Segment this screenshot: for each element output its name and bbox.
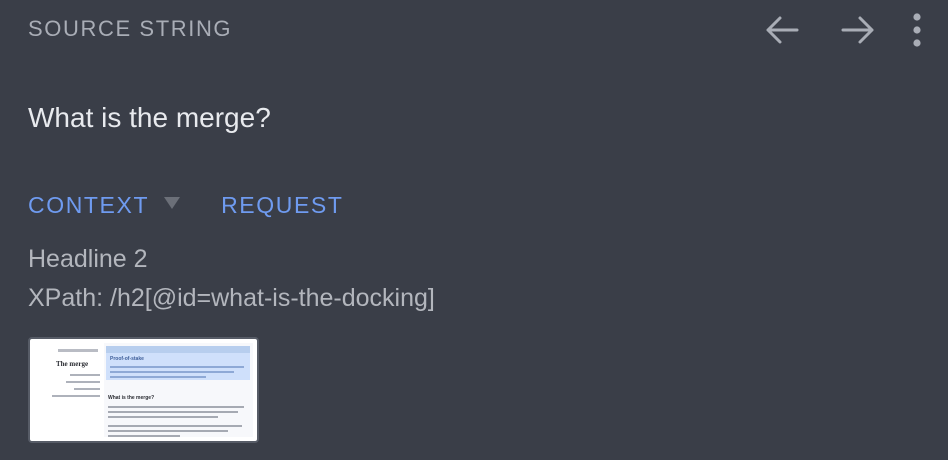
thumbnail-text-line <box>108 406 244 408</box>
thumbnail-text-line <box>108 435 180 437</box>
thumbnail-nav-line <box>70 374 100 376</box>
thumbnail-text-line <box>108 425 242 427</box>
caret-down-icon <box>164 197 181 209</box>
thumbnail-hero-line <box>110 371 234 373</box>
arrow-left-icon <box>766 16 799 44</box>
tab-context[interactable]: CONTEXT <box>28 192 149 219</box>
tab-request[interactable]: REQUEST <box>221 192 343 219</box>
context-tabs: CONTEXT REQUEST <box>28 192 343 219</box>
prev-string-button[interactable] <box>760 8 804 52</box>
thumbnail-hero-line <box>110 366 244 368</box>
thumbnail-nav-line <box>52 395 100 397</box>
source-string-panel: SOURCE STRING What is the merge? CONTEXT <box>0 0 948 460</box>
next-string-button[interactable] <box>836 8 880 52</box>
thumbnail-nav-line <box>66 381 100 383</box>
more-options-button[interactable] <box>906 8 928 52</box>
thumbnail-hero-banner: Proof-of-stake <box>106 346 250 380</box>
thumbnail-page: The merge Proof-of-stake What is the mer… <box>34 343 253 437</box>
thumbnail-sidebar: The merge <box>34 343 104 437</box>
toolbar <box>728 8 928 52</box>
context-xpath: XPath: /h2[@id=what-is-the-docking] <box>28 284 435 312</box>
context-element-type: Headline 2 <box>28 245 148 273</box>
thumbnail-text-line <box>108 416 218 418</box>
thumbnail-logo <box>58 349 98 352</box>
section-label: SOURCE STRING <box>28 16 233 41</box>
source-string-text: What is the merge? <box>28 102 271 133</box>
thumbnail-hero-line <box>110 376 206 378</box>
thumbnail-text-line <box>108 411 238 413</box>
thumbnail-hero-heading: Proof-of-stake <box>110 356 144 362</box>
context-screenshot-thumbnail[interactable]: The merge Proof-of-stake What is the mer… <box>28 337 259 443</box>
thumbnail-page-title: The merge <box>56 360 89 368</box>
thumbnail-text-line <box>108 430 228 432</box>
more-vertical-icon <box>913 13 921 47</box>
arrow-right-icon <box>841 16 874 44</box>
thumbnail-nav-line <box>74 388 100 390</box>
thumbnail-hero-bar <box>106 346 250 353</box>
context-dropdown-toggle[interactable] <box>163 196 181 215</box>
thumbnail-section-heading: What is the merge? <box>108 395 155 401</box>
